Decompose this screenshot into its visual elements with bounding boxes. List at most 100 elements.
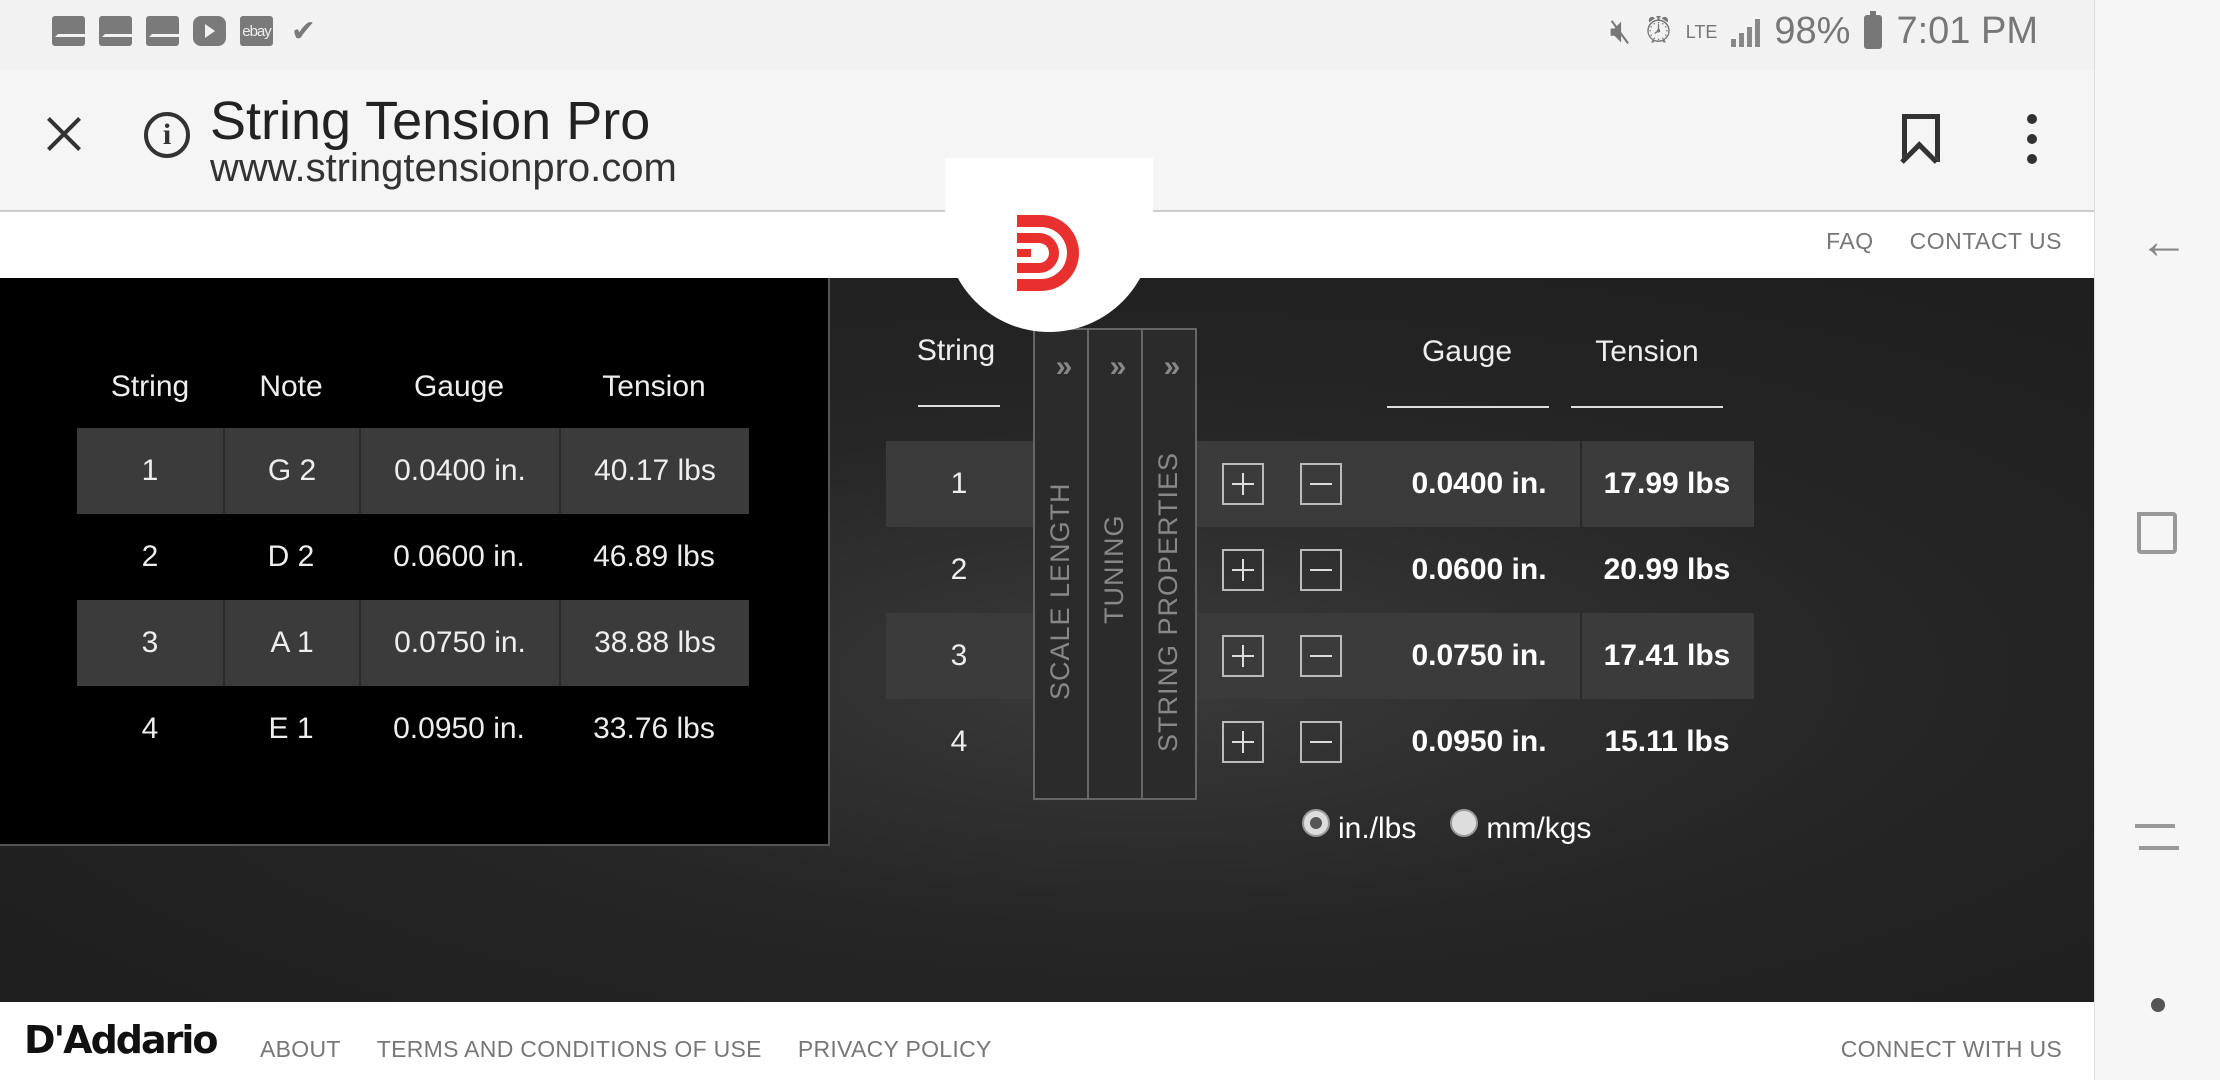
tension-value: 38.88 lbs <box>559 600 749 686</box>
string-number: 4 <box>141 712 159 745</box>
radio-unselected-icon[interactable] <box>1450 809 1479 837</box>
site-footer: D'Addario ABOUT TERMS AND CONDITIONS OF … <box>0 1002 2094 1080</box>
units-metric-label: mm/kgs <box>1486 812 1592 845</box>
string-row: 3 0.0750 in. 17.41 lbs <box>886 613 1754 699</box>
tension-value: 40.17 lbs <box>559 428 749 514</box>
switch-apps-icon[interactable] <box>2135 818 2179 858</box>
gauge-value: 0.0750 in. <box>359 600 559 686</box>
column-header-gauge: Gauge <box>1421 335 1513 368</box>
mail-icon <box>146 16 179 46</box>
mail-icon <box>99 16 132 46</box>
close-icon[interactable] <box>40 110 88 158</box>
notification-icons: ebay ✔ <box>52 14 320 48</box>
tension-calculator: String Note Gauge Tension 1 G 2 0.0400 i… <box>0 278 2094 1002</box>
gauge-value: 0.0750 in. <box>1411 639 1547 672</box>
radio-selected-icon[interactable] <box>1302 809 1330 837</box>
note-value: G 2 <box>223 428 359 514</box>
header-underline <box>1387 406 1549 408</box>
column-header-string: String <box>110 370 190 403</box>
tab-label: SCALE LENGTH <box>1045 482 1075 700</box>
table-header: String Note Gauge Tension <box>77 370 749 428</box>
increase-gauge-button[interactable] <box>1222 549 1264 591</box>
clock: 7:01 PM <box>1896 10 2038 52</box>
column-header-gauge: Gauge <box>413 370 505 403</box>
gauge-value: 0.0600 in. <box>1411 553 1547 586</box>
status-bar: ebay ✔ 🔇︎ ⏰︎ LTE 98% 7:01 PM <box>0 0 2094 70</box>
privacy-link[interactable]: PRIVACY POLICY <box>798 1036 992 1063</box>
home-dot-icon[interactable] <box>2151 998 2165 1012</box>
chevron-right-icon: » <box>1163 350 1181 383</box>
chevron-right-icon: » <box>1109 350 1127 383</box>
increase-gauge-button[interactable] <box>1222 721 1264 763</box>
note-value: D 2 <box>267 540 315 573</box>
column-header-tension: Tension <box>1595 335 1699 368</box>
youtube-icon <box>193 16 226 46</box>
string-number: 2 <box>141 540 159 573</box>
contact-us-link[interactable]: CONTACT US <box>1910 228 2062 255</box>
terms-link[interactable]: TERMS AND CONDITIONS OF USE <box>377 1036 762 1063</box>
about-link[interactable]: ABOUT <box>260 1036 341 1063</box>
header-underline <box>1571 406 1723 408</box>
table-row: 4 E 1 0.0950 in. 33.76 lbs <box>77 686 749 772</box>
decrease-gauge-button[interactable] <box>1300 463 1342 505</box>
tab-scale-length[interactable]: » SCALE LENGTH <box>1033 328 1089 800</box>
tension-value: 20.99 lbs <box>1603 553 1731 586</box>
decrease-gauge-button[interactable] <box>1300 549 1342 591</box>
tension-value: 17.41 lbs <box>1603 639 1731 672</box>
connect-with-us-link[interactable]: CONNECT WITH US <box>1841 1036 2062 1063</box>
string-number: 2 <box>950 553 968 586</box>
signal-icon <box>1731 17 1761 47</box>
faq-link[interactable]: FAQ <box>1826 228 1874 255</box>
battery-percent: 98% <box>1774 10 1851 52</box>
mail-icon <box>52 16 85 46</box>
table-row: 1 G 2 0.0400 in. 40.17 lbs <box>77 428 749 514</box>
string-number: 1 <box>77 428 223 514</box>
table-row: 2 D 2 0.0600 in. 46.89 lbs <box>77 514 749 600</box>
tab-string-properties[interactable]: » STRING PROPERTIES <box>1141 328 1197 800</box>
units-imperial-label: in./lbs <box>1338 812 1417 845</box>
note-value: E 1 <box>268 712 314 745</box>
bookmark-icon[interactable] <box>1902 114 1940 162</box>
battery-icon <box>1864 10 1883 49</box>
settings-tabs: » SCALE LENGTH » TUNING » STRING PROPERT… <box>1033 328 1197 800</box>
column-header-note: Note <box>259 370 323 403</box>
tab-tuning[interactable]: » TUNING <box>1087 328 1143 800</box>
note-value: A 1 <box>223 600 359 686</box>
d-logo-icon <box>1017 215 1079 291</box>
decrease-gauge-button[interactable] <box>1300 635 1342 677</box>
column-header-tension: Tension <box>602 370 706 403</box>
page-url[interactable]: www.stringtensionpro.com <box>210 146 677 191</box>
header-underline <box>918 405 1000 407</box>
string-row: 1 0.0400 in. 17.99 lbs <box>886 441 1754 527</box>
table-row: 3 A 1 0.0750 in. 38.88 lbs <box>77 600 749 686</box>
gauge-value: 0.0400 in. <box>1411 467 1547 500</box>
units-metric-radio[interactable]: mm/kgs <box>1450 809 1592 846</box>
increase-gauge-button[interactable] <box>1222 463 1264 505</box>
results-table: String Note Gauge Tension 1 G 2 0.0400 i… <box>77 370 749 772</box>
tension-value: 17.99 lbs <box>1603 467 1731 500</box>
gauge-value: 0.0600 in. <box>393 540 525 573</box>
mute-icon: 🔇︎ <box>1609 12 1632 50</box>
lte-indicator: LTE <box>1685 21 1718 42</box>
daddario-wordmark[interactable]: D'Addario <box>24 1018 219 1062</box>
increase-gauge-button[interactable] <box>1222 635 1264 677</box>
string-number: 4 <box>950 725 968 758</box>
recent-apps-icon[interactable] <box>2137 512 2177 554</box>
gauge-value: 0.0400 in. <box>359 428 559 514</box>
back-icon[interactable]: ← <box>2139 212 2189 270</box>
tension-value: 46.89 lbs <box>593 540 715 573</box>
tab-label: STRING PROPERTIES <box>1153 451 1183 752</box>
decrease-gauge-button[interactable] <box>1300 721 1342 763</box>
info-icon[interactable]: i <box>144 112 190 158</box>
string-number: 3 <box>950 639 968 672</box>
ebay-icon: ebay <box>240 16 273 46</box>
units-imperial-radio[interactable]: in./lbs <box>1302 809 1417 846</box>
column-header-string: String <box>916 334 996 367</box>
tension-value: 33.76 lbs <box>593 712 715 745</box>
chevron-right-icon: » <box>1055 350 1073 383</box>
string-number: 1 <box>950 467 968 500</box>
tasks-icon: ✔ <box>290 14 317 48</box>
more-options-icon[interactable] <box>2026 114 2038 164</box>
string-row: 4 0.0950 in. 15.11 lbs <box>886 699 1754 785</box>
alarm-icon: ⏰︎ <box>1645 12 1672 50</box>
